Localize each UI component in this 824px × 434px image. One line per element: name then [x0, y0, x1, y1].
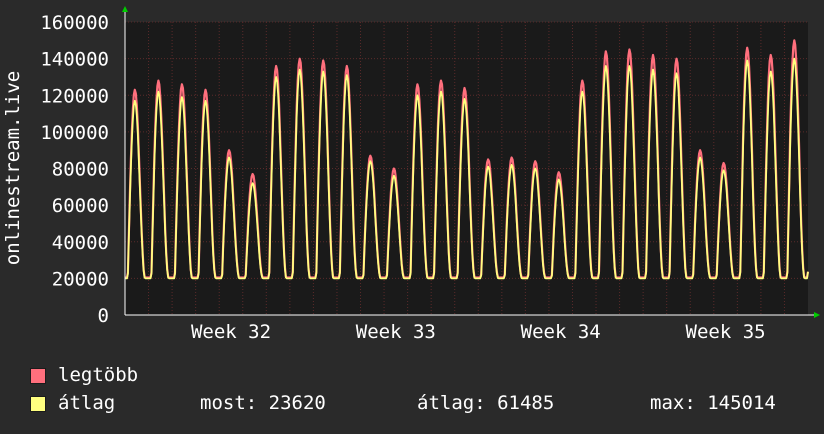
- y-tick-label: 60000: [52, 195, 109, 217]
- y-axis-label: onlinestream.live: [2, 71, 24, 265]
- y-axis-arrow: [122, 6, 128, 12]
- legend-label-max: legtöbb: [58, 364, 139, 386]
- stat-now: most: 23620: [200, 392, 326, 414]
- y-tick-label: 100000: [40, 122, 109, 144]
- stat-avg: átlag: 61485: [417, 392, 555, 414]
- legend-swatch-avg: [30, 396, 46, 412]
- legend-label-avg: átlag: [58, 392, 116, 414]
- x-tick-label: Week 32: [191, 321, 271, 343]
- x-tick-label: Week 34: [521, 321, 601, 343]
- x-tick-label: Week 33: [356, 321, 436, 343]
- y-tick-label: 120000: [40, 85, 109, 107]
- y-tick-label: 80000: [52, 159, 109, 181]
- y-tick-label: 160000: [40, 12, 109, 34]
- y-tick-label: 140000: [40, 49, 109, 71]
- y-tick-label: 40000: [52, 232, 109, 254]
- y-tick-label: 20000: [52, 268, 109, 290]
- x-axis-arrow: [814, 312, 820, 318]
- x-tick-label: Week 35: [686, 321, 766, 343]
- stat-max: max: 145014: [650, 392, 776, 414]
- legend-swatch-max: [30, 368, 46, 384]
- y-tick-label: 0: [98, 305, 109, 327]
